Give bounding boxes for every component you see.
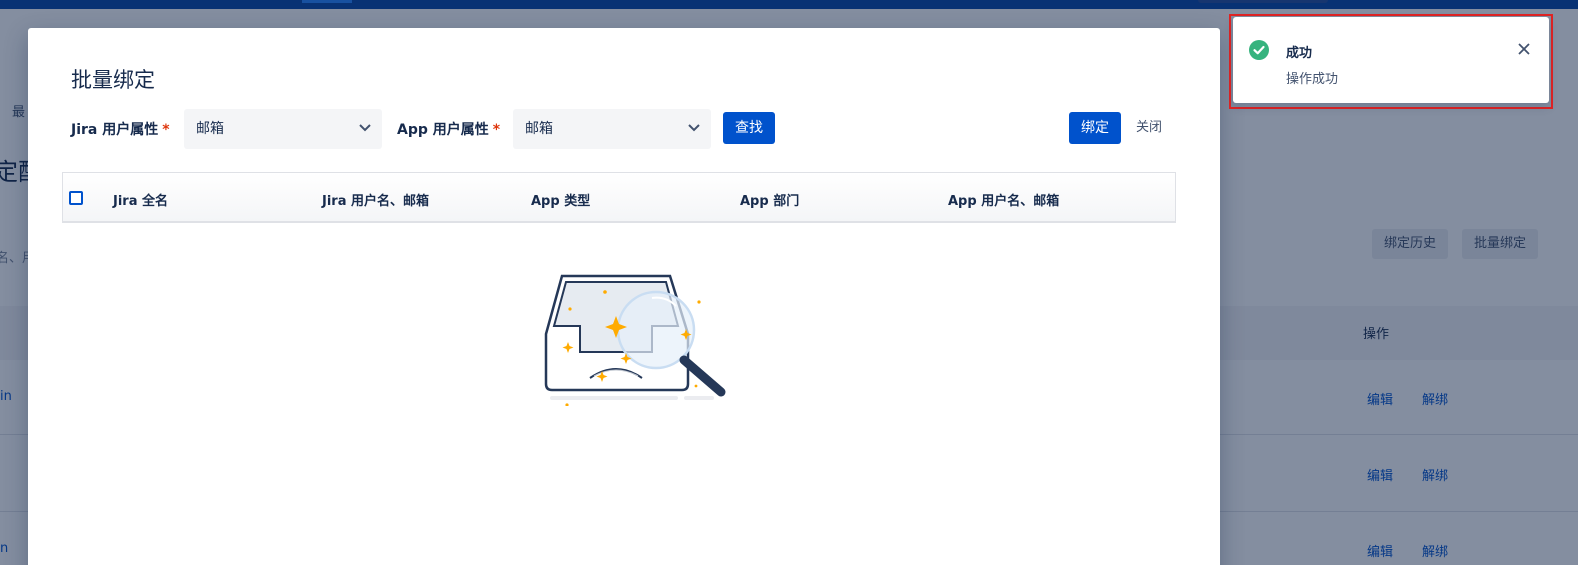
bind-button[interactable]: 绑定: [1069, 112, 1121, 144]
required-mark: *: [162, 122, 170, 138]
column-header-jira-username[interactable]: Jira 用户名、邮箱: [322, 190, 429, 209]
column-header-jira-fullname[interactable]: Jira 全名: [113, 190, 168, 209]
jira-attr-label-text: Jira 用户属性: [71, 122, 159, 138]
app-attr-label-text: App 用户属性: [397, 122, 489, 138]
check-circle-icon: [1249, 40, 1269, 60]
dialog-title: 批量绑定: [71, 68, 155, 92]
column-header-app-department[interactable]: App 部门: [740, 190, 799, 209]
column-header-app-username[interactable]: App 用户名、邮箱: [948, 190, 1059, 209]
close-icon[interactable]: [1517, 42, 1531, 56]
success-toast: 成功 操作成功: [1233, 17, 1549, 103]
batch-bind-dialog: 批量绑定 Jira 用户属性 * 邮箱 App 用户属性 * 邮箱 查找 绑定 关闭…: [28, 28, 1220, 565]
jira-attr-label: Jira 用户属性 *: [71, 119, 170, 139]
toast-message: 操作成功: [1286, 72, 1339, 87]
empty-box-magnifier-icon: [544, 274, 726, 406]
toast-title: 成功: [1286, 46, 1313, 61]
chevron-down-icon: [688, 124, 700, 132]
required-mark: *: [492, 122, 501, 138]
close-button[interactable]: 关闭: [1136, 112, 1162, 144]
app-attr-label: App 用户属性 *: [397, 119, 500, 139]
search-button[interactable]: 查找: [723, 112, 775, 144]
chevron-down-icon: [359, 124, 371, 132]
select-all-checkbox[interactable]: [69, 191, 83, 205]
app-attr-select[interactable]: 邮箱: [513, 109, 711, 149]
jira-attr-selected-value: 邮箱: [196, 121, 224, 137]
jira-attr-select[interactable]: 邮箱: [184, 109, 382, 149]
app-attr-selected-value: 邮箱: [525, 121, 553, 137]
column-header-app-type[interactable]: App 类型: [531, 190, 590, 209]
results-table-header: Jira 全名 Jira 用户名、邮箱 App 类型 App 部门 App 用户…: [62, 172, 1176, 223]
